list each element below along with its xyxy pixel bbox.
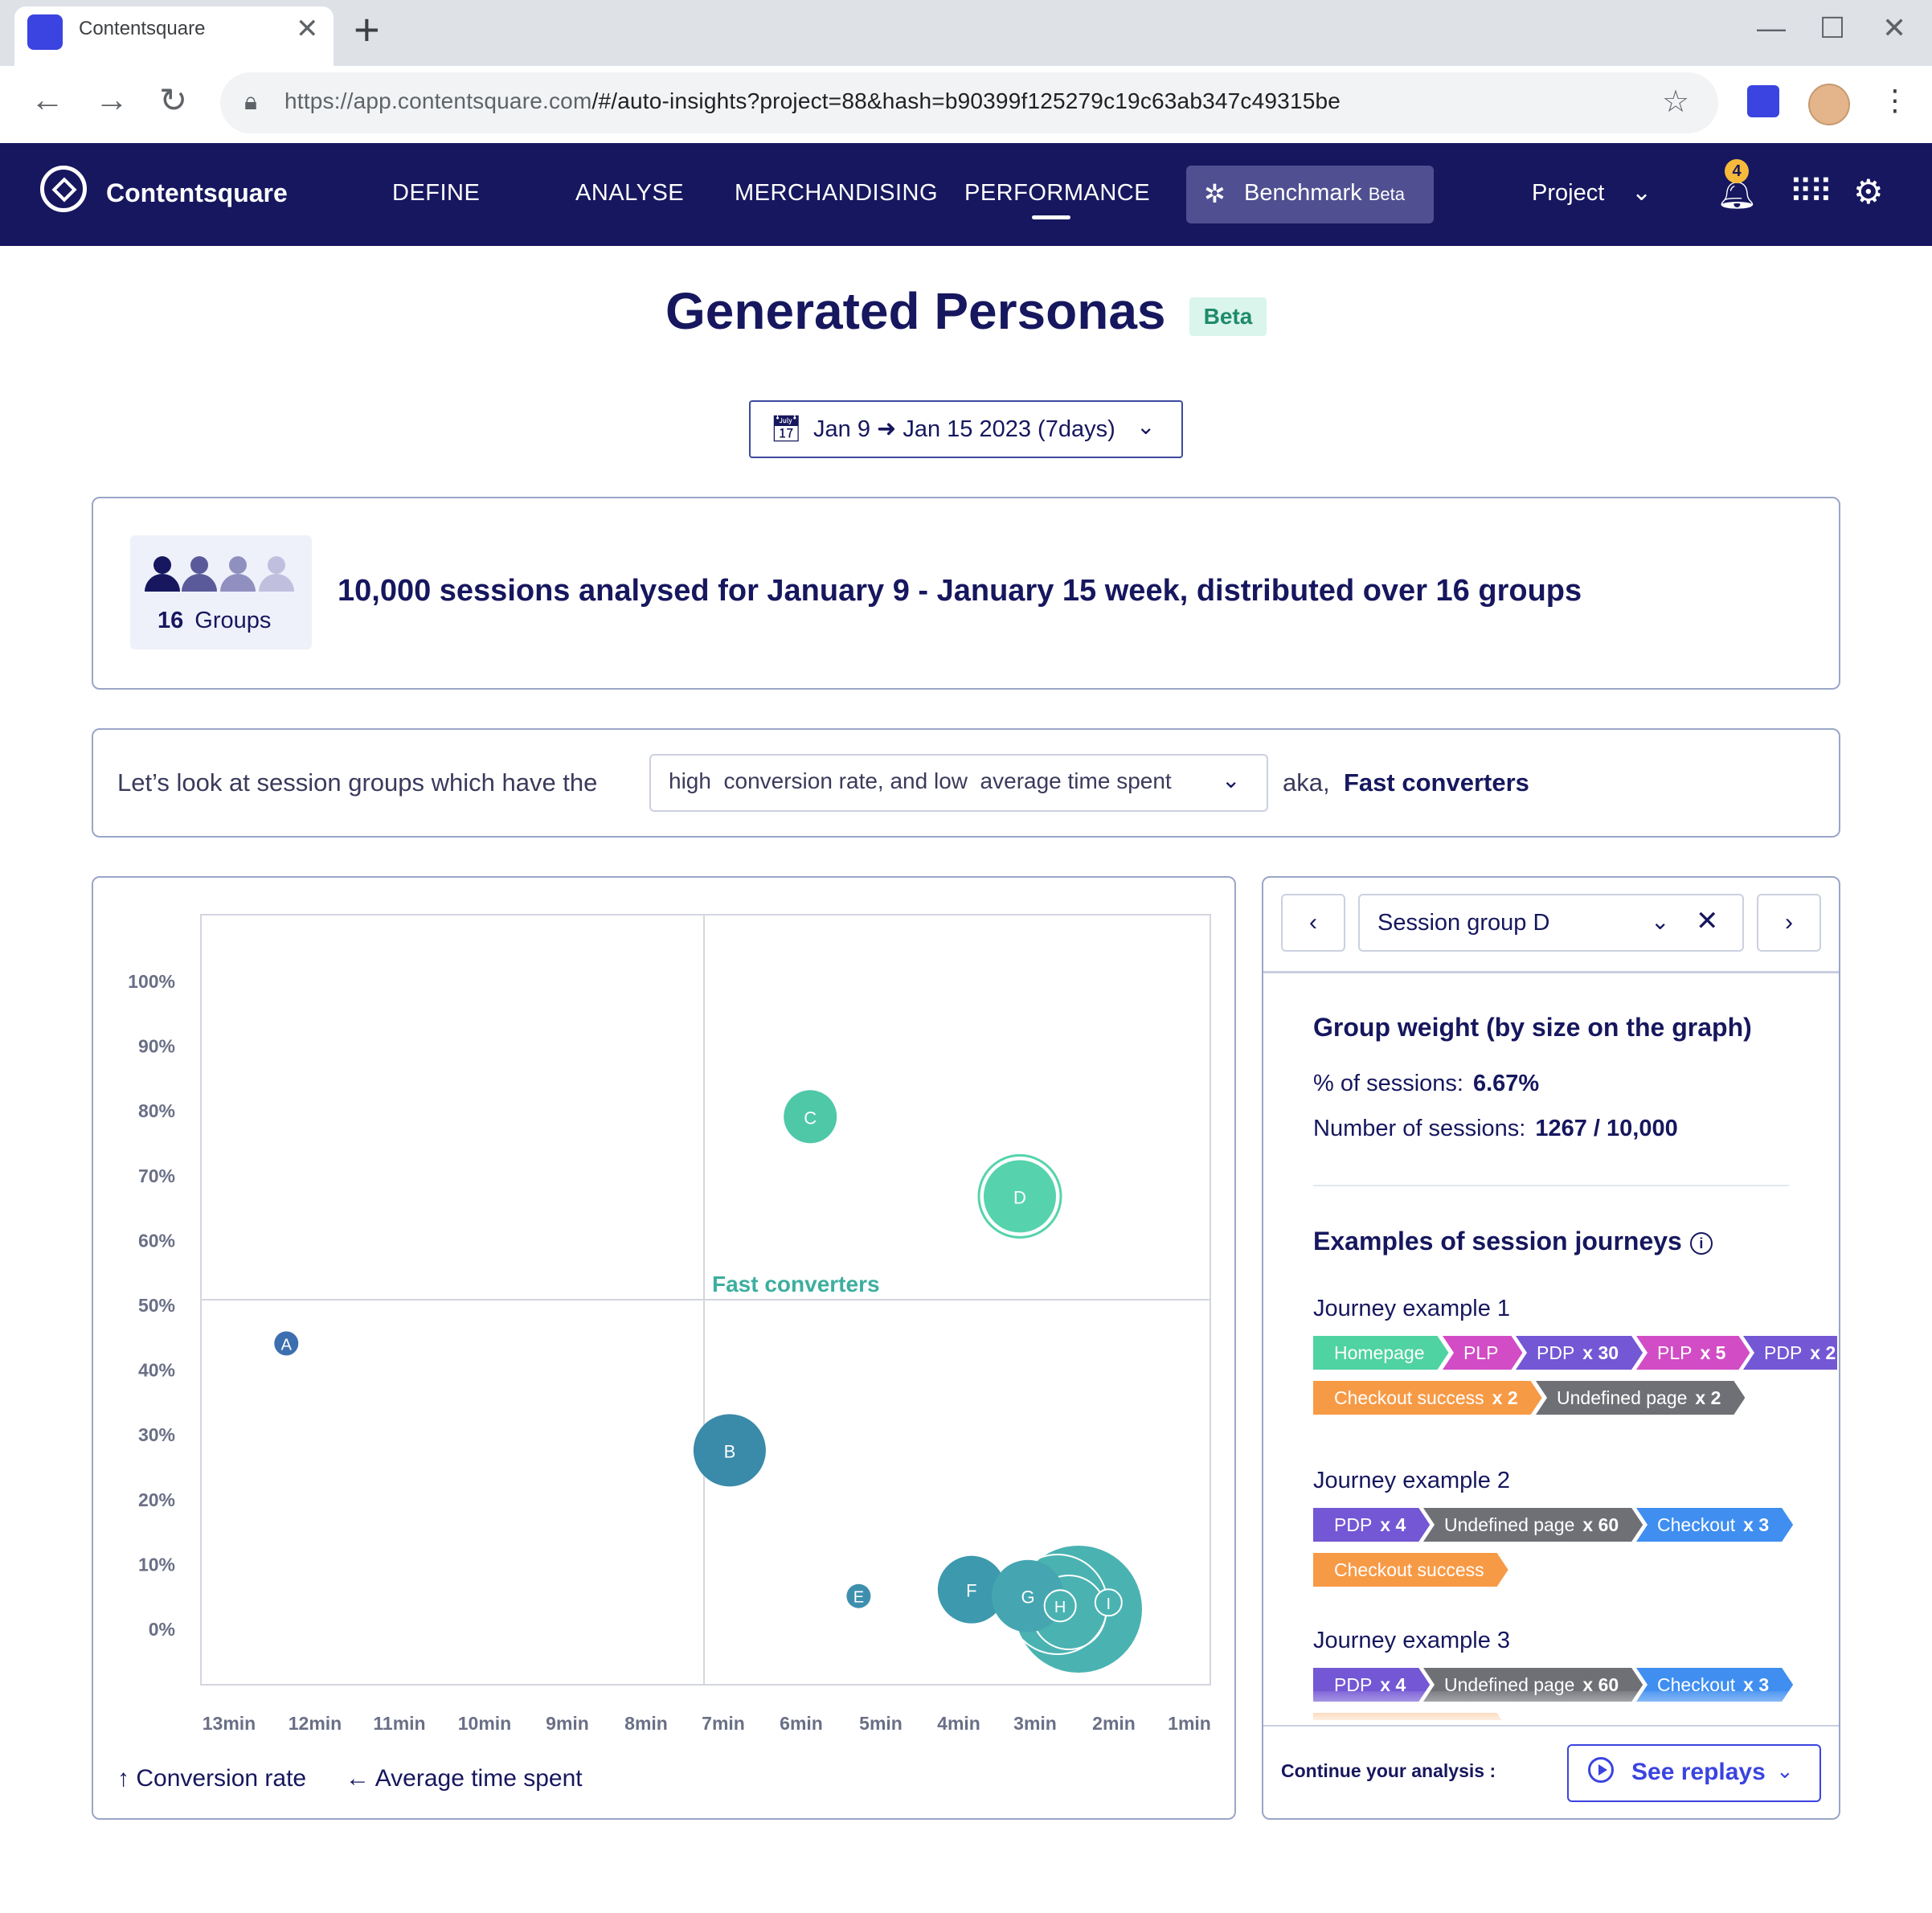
bubble-label-d: D [1013, 1187, 1026, 1207]
bubble-label-i: I [1107, 1596, 1111, 1613]
y-tick-label: 10% [138, 1554, 175, 1575]
legend-average-time: ← Average time spent [346, 1765, 583, 1792]
journey-step-chip[interactable]: PLP [1443, 1336, 1522, 1370]
x-tick-label: 4min [937, 1713, 980, 1734]
x-tick-label: 3min [1013, 1713, 1057, 1734]
journey-step-chip[interactable]: Homepage [1313, 1336, 1449, 1370]
continue-label: Continue your analysis : [1281, 1760, 1496, 1781]
y-tick-label: 70% [138, 1165, 175, 1186]
bubble-label-a: A [281, 1336, 293, 1354]
journey-step-chip[interactable]: Undefined page x 60 [1423, 1508, 1643, 1542]
play-icon [1588, 1757, 1614, 1783]
x-tick-label: 5min [859, 1713, 903, 1734]
journey-step-chip[interactable]: PDP x 30 [1516, 1336, 1643, 1370]
next-group-button[interactable]: › [1757, 894, 1821, 952]
journey-step-chip[interactable]: Checkout x 3 [1636, 1508, 1793, 1542]
see-replays-label: See replays [1631, 1759, 1766, 1785]
y-tick-label: 30% [138, 1424, 175, 1445]
quadrant-label: Fast converters [712, 1272, 880, 1296]
x-tick-label: 13min [203, 1713, 256, 1734]
journey-title: Journey example 2 [1313, 1468, 1511, 1493]
y-tick-label: 20% [138, 1489, 175, 1510]
y-tick-label: 40% [138, 1360, 175, 1381]
journey-step-chip[interactable]: PDP x 4 [1313, 1508, 1430, 1542]
panel-footer-divider [1263, 1725, 1839, 1727]
x-tick-label: 9min [546, 1713, 589, 1734]
y-tick-label: 60% [138, 1230, 175, 1251]
x-tick-label: 7min [702, 1713, 745, 1734]
y-tick-label: 50% [138, 1295, 175, 1316]
bubble-label-f: F [966, 1581, 976, 1601]
x-tick-label: 1min [1168, 1713, 1211, 1734]
bubble-label-g: G [1021, 1587, 1034, 1608]
scroll-fade [1263, 1691, 1839, 1727]
y-tick-label: 0% [149, 1619, 175, 1640]
session-group-value: Session group D [1377, 910, 1550, 936]
y-tick-label: 80% [138, 1100, 175, 1121]
chevron-down-icon[interactable]: ⌄ [1651, 908, 1669, 935]
x-tick-label: 11min [373, 1713, 425, 1734]
clear-selection-icon[interactable]: ✕ [1696, 905, 1719, 937]
journey-step-chip[interactable]: Checkout success x 2 [1313, 1381, 1542, 1415]
y-tick-label: 100% [128, 971, 175, 992]
bubble-label-b: B [724, 1441, 736, 1461]
y-tick-label: 90% [138, 1036, 175, 1057]
bubble-label-h: H [1054, 1599, 1066, 1616]
bubble-label-e: E [853, 1589, 864, 1607]
journey-step-chip[interactable]: Undefined page x 2 [1536, 1381, 1745, 1415]
legend-conversion-rate: ↑ Conversion rate [117, 1765, 307, 1792]
journey-step-chip[interactable]: PLP x 5 [1636, 1336, 1750, 1370]
x-tick-label: 10min [458, 1713, 511, 1734]
chevron-down-icon[interactable]: ⌄ [1776, 1759, 1794, 1784]
journey-title: Journey example 3 [1313, 1628, 1511, 1653]
journey-step-chip[interactable]: Checkout success [1313, 1553, 1508, 1587]
bubble-label-c: C [804, 1108, 817, 1128]
journey-title: Journey example 1 [1313, 1296, 1511, 1321]
previous-group-button[interactable]: ‹ [1281, 894, 1345, 952]
x-tick-label: 2min [1092, 1713, 1136, 1734]
x-tick-label: 12min [289, 1713, 342, 1734]
x-tick-label: 8min [624, 1713, 668, 1734]
x-tick-label: 6min [780, 1713, 823, 1734]
